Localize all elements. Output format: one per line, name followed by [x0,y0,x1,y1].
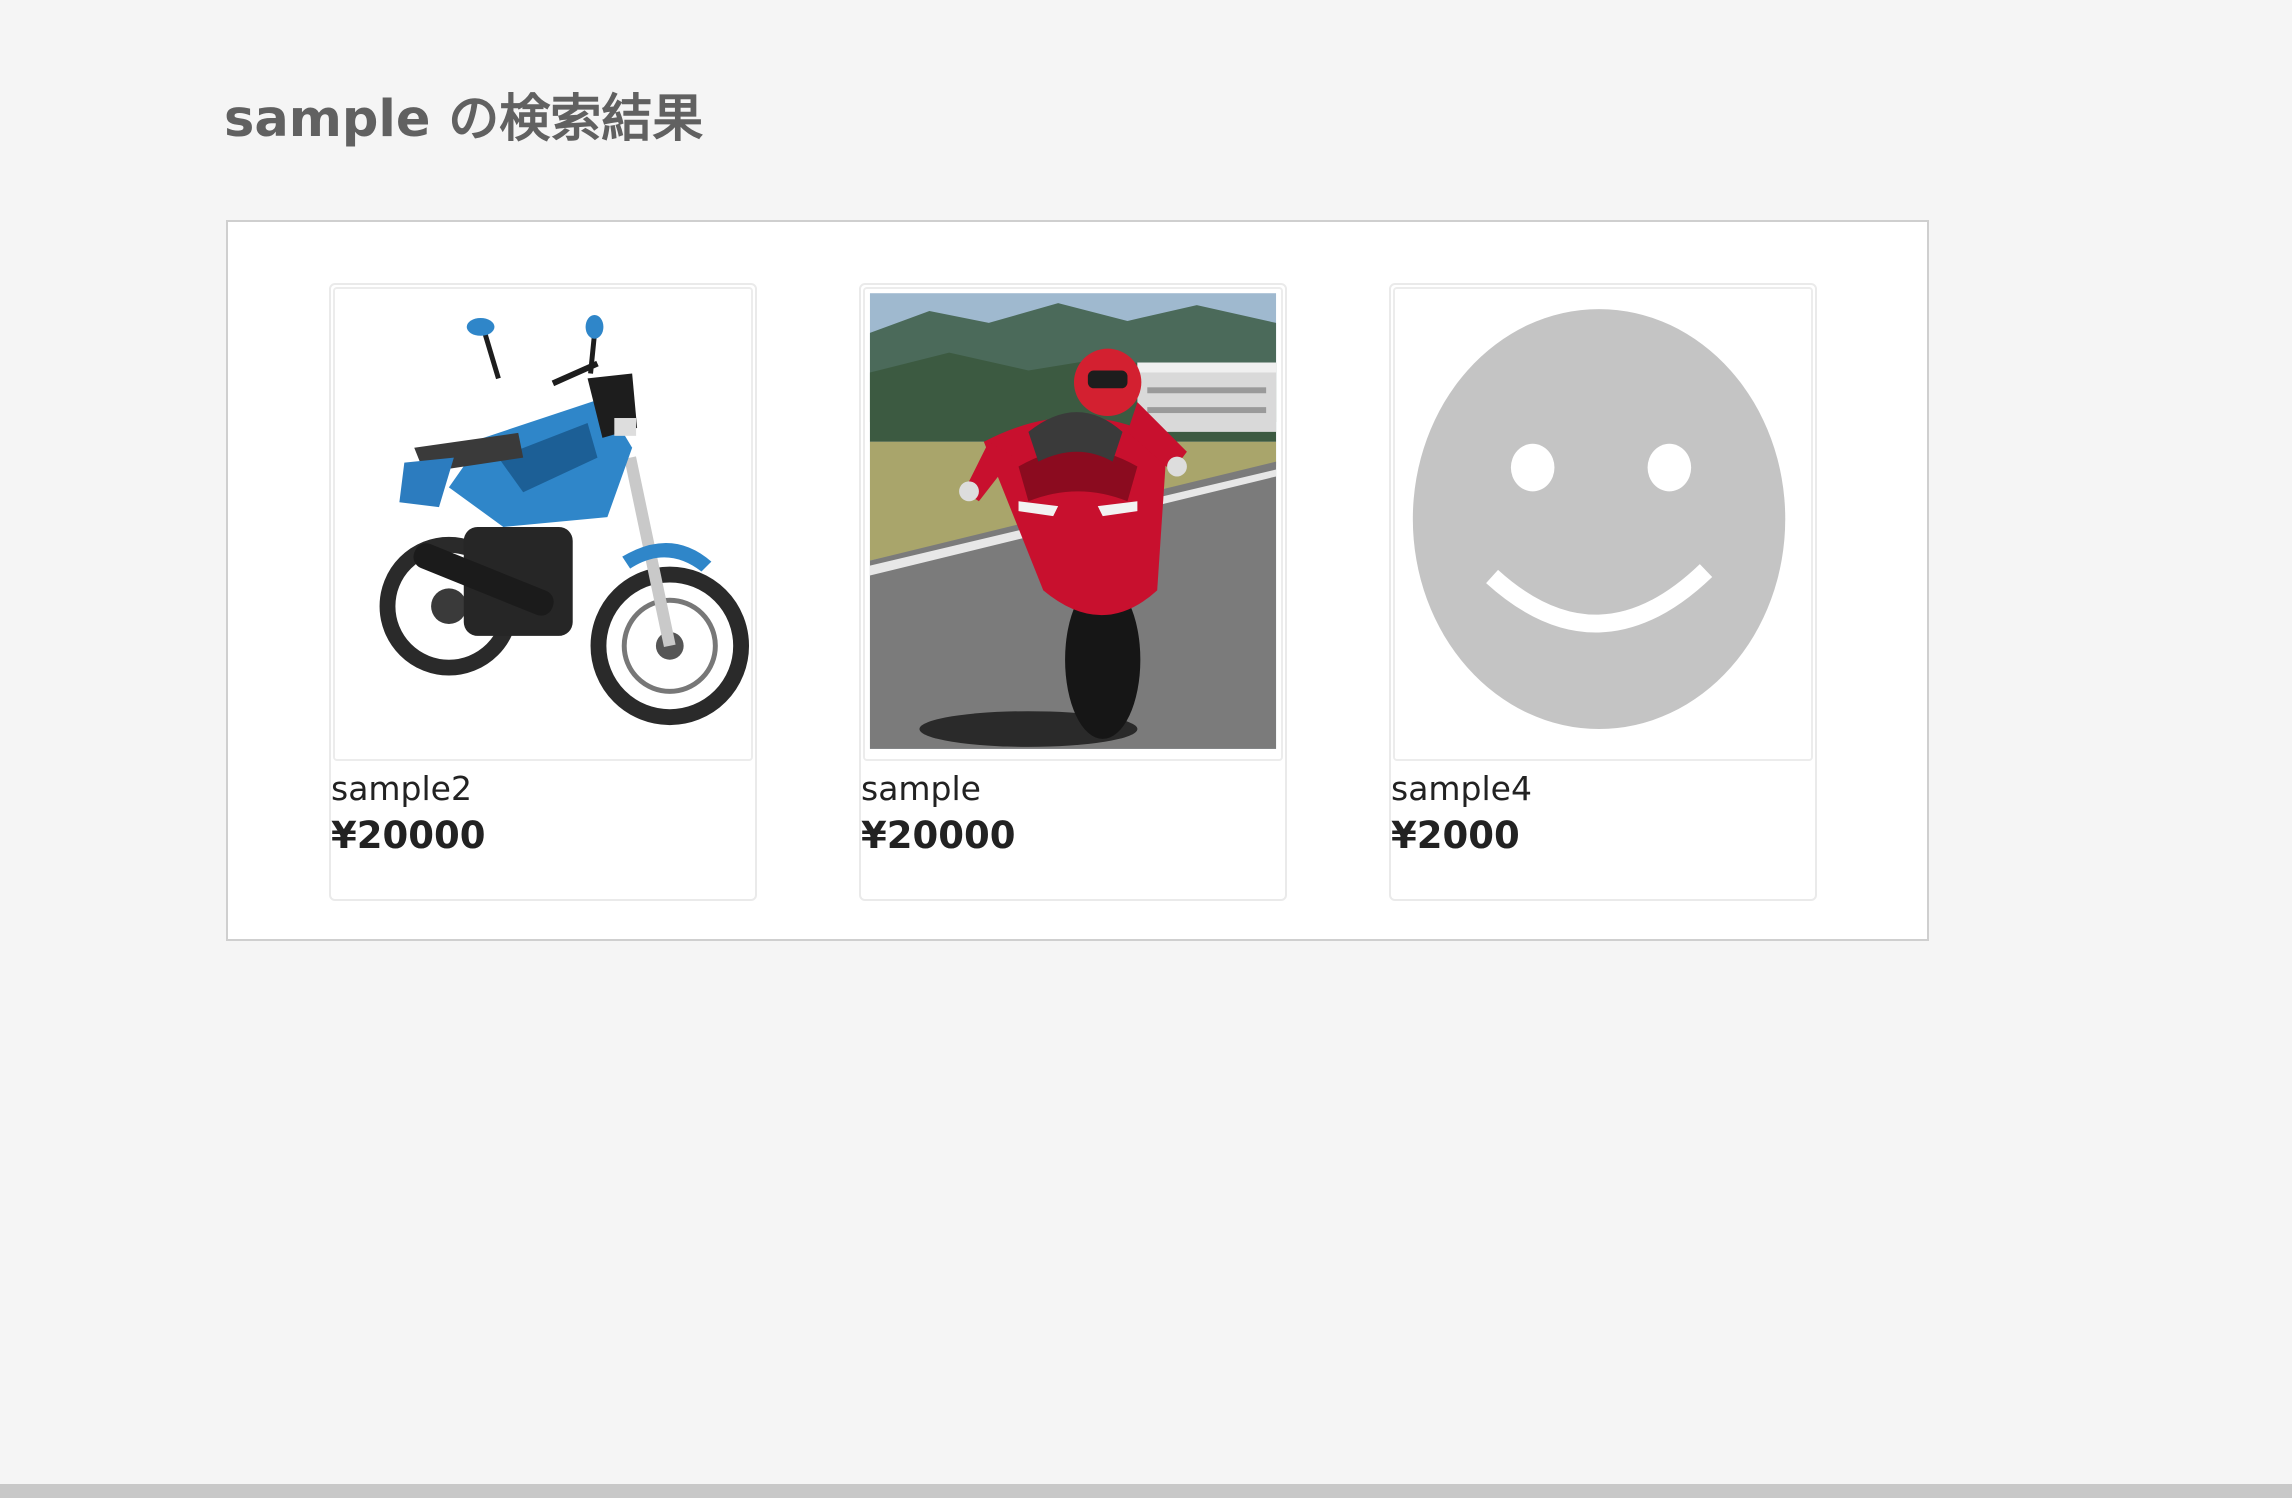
product-image[interactable] [333,287,753,761]
product-card[interactable]: sample ¥20000 [859,283,1287,901]
blue-motorcycle-photo-icon [335,289,751,759]
product-name[interactable]: sample2 [331,767,472,811]
product-image[interactable] [863,287,1283,761]
product-name[interactable]: sample [861,767,981,811]
smiley-face-placeholder-icon [1395,289,1811,759]
page-title: sample の検索結果 [224,90,704,149]
product-card[interactable]: sample4 ¥2000 [1389,283,1817,901]
results-panel: sample2 ¥20000 sample ¥20000 sample4 ¥20… [226,220,1929,941]
horizontal-scrollbar[interactable] [0,1484,2292,1498]
product-price: ¥20000 [331,814,486,857]
product-price: ¥2000 [1391,814,1520,857]
product-card[interactable]: sample2 ¥20000 [329,283,757,901]
product-name[interactable]: sample4 [1391,767,1532,811]
red-racing-motorcycle-photo-icon [865,289,1281,759]
product-image[interactable] [1393,287,1813,761]
search-results-page: sample の検索結果 sample2 ¥20000 sample ¥2000… [0,0,2292,1498]
product-price: ¥20000 [861,814,1016,857]
